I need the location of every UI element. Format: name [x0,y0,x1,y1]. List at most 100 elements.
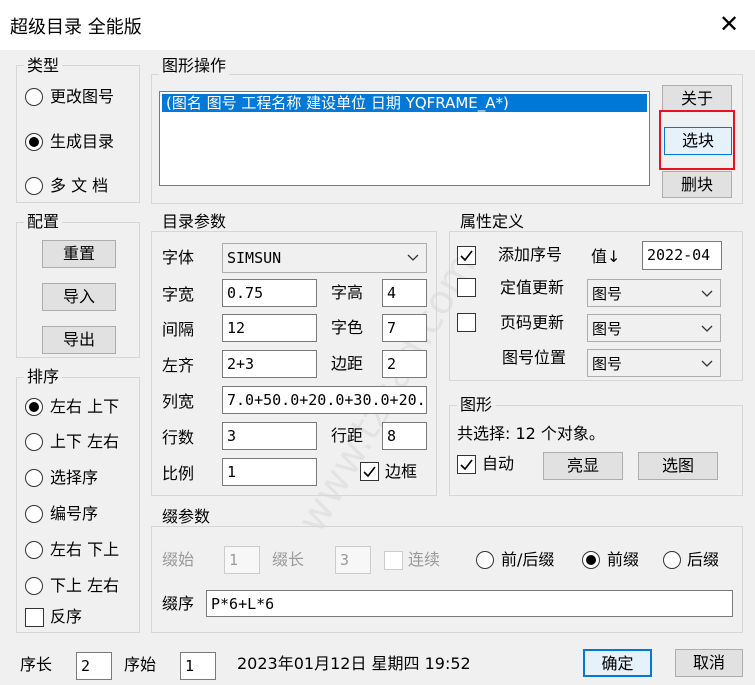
suffix-length-label: 缀长 [272,550,305,569]
scale-field[interactable]: 1 [222,458,317,486]
config-group-label: 配置 [24,213,63,231]
align-left-label: 左齐 [162,356,195,375]
suffix-length-field[interactable]: 3 [335,546,371,574]
export-button[interactable]: 导出 [42,326,116,354]
attr-def-label: 属性定义 [457,213,528,231]
type-label-generate-catalog: 生成目录 [50,132,115,151]
suffix-radio-suffix[interactable] [663,551,681,569]
char-width-field[interactable]: 0.75 [222,279,317,307]
font-select[interactable]: SIMSUN [222,243,427,273]
continuous-label: 连续 [408,550,441,569]
char-height-field[interactable]: 4 [382,279,427,307]
seq-start-label: 序始 [124,655,157,674]
graphics-group [449,405,743,496]
continuous-checkbox[interactable] [384,551,403,570]
block-list-item[interactable]: (图名 图号 工程名称 建设单位 日期 YQFRAME_A*) [162,94,647,112]
suffix-order-field[interactable]: P*6+L*6 [206,590,733,617]
font-value: SIMSUN [227,249,282,267]
select-figure-button[interactable]: 选图 [638,452,718,480]
sort-radio-lr-tb[interactable] [25,398,43,416]
figno-pos-label: 图号位置 [502,348,567,367]
value-field[interactable]: 2022-04 [642,241,722,270]
datetime-label: 2023年01月12日 星期四 19:52 [237,654,471,673]
suffix-label-suffix: 后缀 [687,550,720,569]
ok-button[interactable]: 确定 [583,649,652,677]
page-update-label: 页码更新 [500,313,565,332]
sort-group-label: 排序 [24,368,63,386]
sort-label-lr-bt: 左右 下上 [50,540,120,559]
fixed-update-checkbox[interactable] [457,278,476,297]
char-color-field[interactable]: 7 [382,314,427,342]
reverse-checkbox[interactable] [25,608,44,627]
fixed-update-select[interactable]: 图号 [587,279,721,307]
chevron-down-icon [701,290,713,297]
border-label: 边框 [385,462,418,481]
graphics-ops-label: 图形操作 [159,57,230,75]
fixed-update-value: 图号 [592,285,623,303]
check-icon [460,459,473,471]
spacing-field[interactable]: 12 [222,314,317,342]
window-title: 超级目录 全能版 [10,17,142,38]
row-dist-field[interactable]: 8 [382,422,427,450]
sort-label-bt-lr: 下上 左右 [50,576,120,595]
highlight-button[interactable]: 亮显 [543,452,623,480]
row-dist-label: 行距 [331,426,364,445]
seq-len-field[interactable]: 2 [76,652,112,680]
suffix-start-field[interactable]: 1 [224,546,260,574]
char-color-label: 字色 [331,318,364,337]
suffix-radio-both[interactable] [476,551,494,569]
seq-start-field[interactable]: 1 [180,652,216,680]
spacing-label: 间隔 [162,320,195,339]
check-icon [460,250,473,262]
sort-label-lr-tb: 左右 上下 [50,397,120,416]
graphics-group-label: 图形 [457,396,496,414]
seq-len-label: 序长 [20,655,53,674]
col-width-label: 列宽 [162,392,195,411]
scale-label: 比例 [162,464,195,483]
block-listbox[interactable]: (图名 图号 工程名称 建设单位 日期 YQFRAME_A*) [159,91,650,186]
margin-field[interactable]: 2 [382,350,427,378]
type-group-label: 类型 [24,57,63,75]
sort-radio-bt-lr[interactable] [25,577,43,595]
align-left-field[interactable]: 2+3 [222,350,317,378]
type-radio-multi-doc[interactable] [25,177,43,195]
auto-checkbox[interactable] [457,455,476,474]
type-radio-generate-catalog[interactable] [25,133,43,151]
page-update-checkbox[interactable] [457,313,476,332]
sort-radio-lr-bt[interactable] [25,541,43,559]
margin-label: 边距 [331,354,364,373]
sort-radio-tb-lr[interactable] [25,433,43,451]
suffix-params-label: 缀参数 [159,508,214,526]
page-update-select[interactable]: 图号 [587,314,721,342]
suffix-start-label: 缀始 [162,550,195,569]
value-label: 值↓ [591,247,621,266]
selection-summary: 共选择: 12 个对象。 [457,424,605,443]
suffix-label-both: 前/后缀 [501,550,555,569]
sort-label-tb-lr: 上下 左右 [50,432,120,451]
sort-radio-selection[interactable] [25,469,43,487]
suffix-label-prefix: 前缀 [607,550,640,569]
sort-radio-number[interactable] [25,505,43,523]
about-button[interactable]: 关于 [662,85,732,112]
suffix-order-label: 缀序 [162,594,195,613]
rows-field[interactable]: 3 [222,422,317,450]
delete-block-button[interactable]: 删块 [662,171,732,198]
sort-label-selection: 选择序 [50,468,99,487]
char-width-label: 字宽 [162,285,195,304]
suffix-radio-prefix[interactable] [582,551,600,569]
type-radio-change-figno[interactable] [25,88,43,106]
chevron-down-icon [407,254,419,261]
figno-pos-select[interactable]: 图号 [587,349,721,377]
col-width-field[interactable]: 7.0+50.0+20.0+30.0+20.0 [222,386,427,414]
close-icon[interactable]: ✕ [716,11,742,37]
rows-label: 行数 [162,428,195,447]
reset-button[interactable]: 重置 [42,240,116,268]
border-checkbox[interactable] [360,462,379,481]
check-icon [363,466,376,478]
fixed-update-label: 定值更新 [500,278,565,297]
auto-label: 自动 [482,454,515,473]
add-seq-checkbox[interactable] [457,246,476,265]
chevron-down-icon [701,360,713,367]
cancel-button[interactable]: 取消 [675,649,743,677]
import-button[interactable]: 导入 [42,283,116,311]
